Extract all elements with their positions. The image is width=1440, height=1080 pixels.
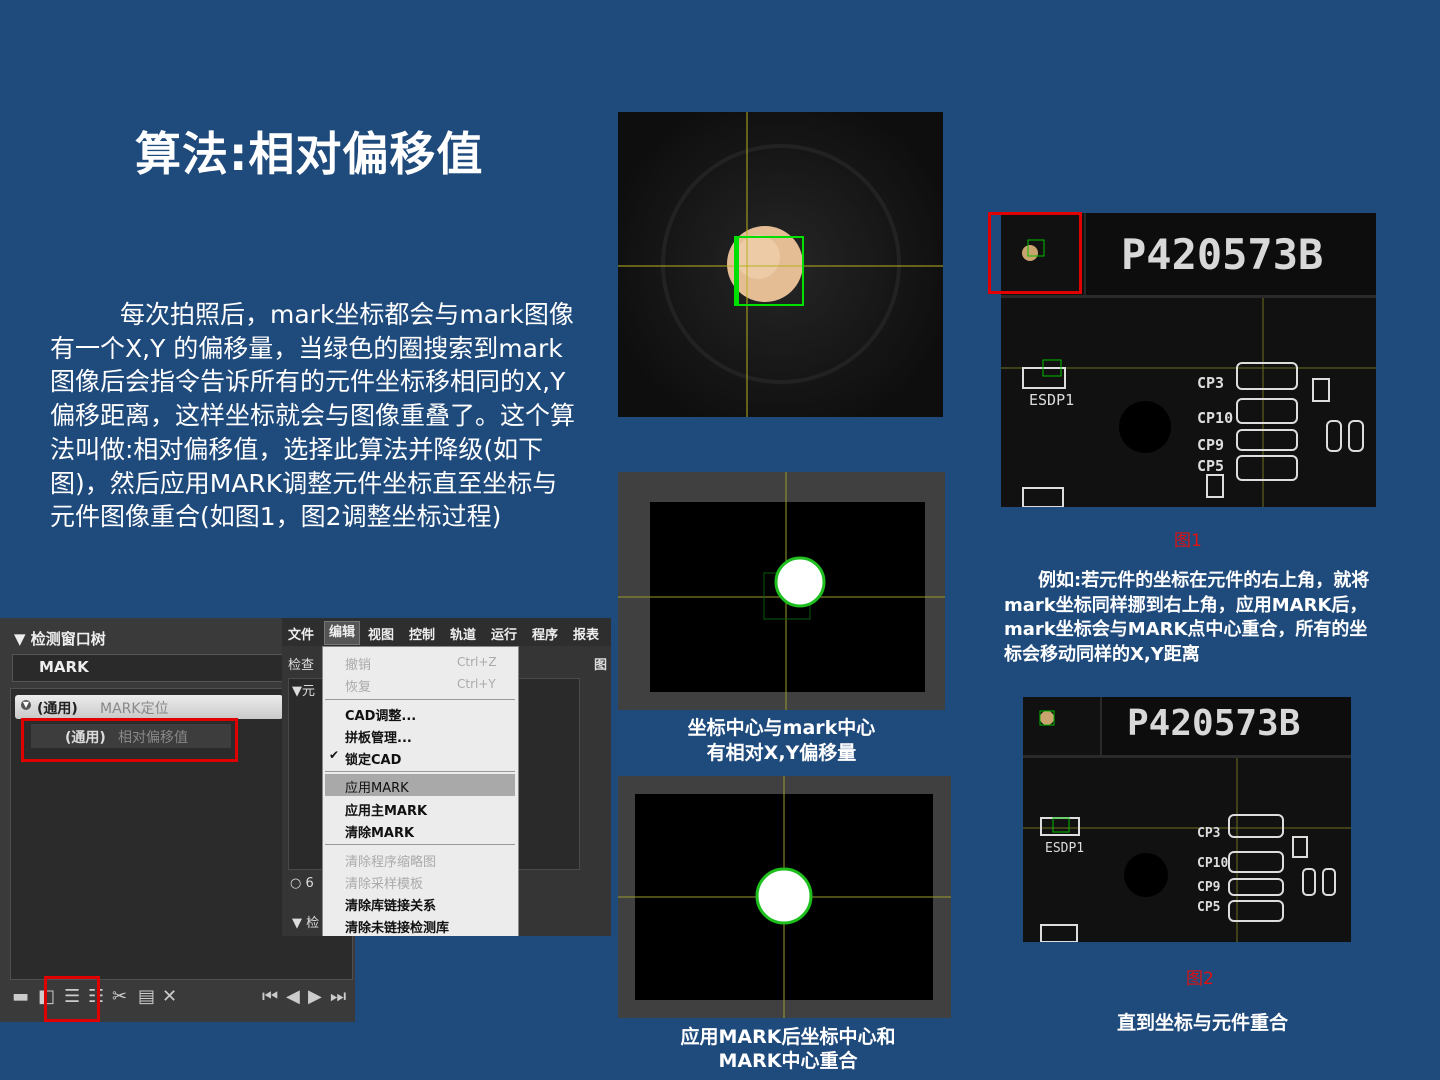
menu-item-clear-mark[interactable]: 清除MARK	[345, 822, 414, 841]
tree-row-mark-locate[interactable]: ▼ (通用) MARK定位	[15, 695, 283, 719]
pcb1-label: CP5	[1197, 457, 1224, 475]
menu-report[interactable]: 报表	[573, 624, 599, 643]
tree-header[interactable]: ▼ 检测窗口树	[14, 628, 106, 649]
menu-item-redo[interactable]: 恢复	[345, 676, 371, 695]
pcb2-svg: P420573B ESDP1 CP3 CP10 CP9 CP5	[1023, 697, 1351, 942]
mark-closeup-image	[618, 112, 943, 417]
mark-closeup-svg	[618, 112, 943, 417]
highlight-box-mark	[988, 212, 1082, 294]
pcb2-label: CP10	[1197, 856, 1228, 871]
slide-title: 算法:相对偏移值	[135, 127, 484, 181]
bg-label: 检查	[288, 658, 315, 673]
bg-label: ▼ 检	[292, 916, 320, 931]
menu-item-apply-main-mark[interactable]: 应用主MARK	[345, 800, 427, 819]
fig2-label: 图2	[1186, 969, 1214, 989]
pcb2-label: CP3	[1197, 826, 1220, 841]
menu-item-clear-lib-link[interactable]: 清除库链接关系	[345, 895, 436, 914]
bg-label: ○ 6	[290, 876, 314, 891]
caption-until: 直到坐标与元件重合	[1116, 1012, 1288, 1034]
highlight-box-relative-offset	[21, 718, 238, 762]
pcb1-label: CP3	[1197, 374, 1224, 392]
menu-item-clear-sample[interactable]: 清除采样模板	[345, 873, 423, 892]
prev-icon[interactable]: ◀	[286, 986, 300, 1007]
menu-view[interactable]: 视图	[368, 624, 394, 643]
next-icon[interactable]: ▶	[308, 986, 322, 1007]
offset-diagram	[618, 472, 945, 710]
after-apply-svg	[618, 776, 951, 1018]
menu-item-apply-mark[interactable]: 应用MARK	[345, 777, 409, 796]
pcb2-part-no: P420573B	[1127, 703, 1300, 744]
shortcut-undo: Ctrl+Z	[457, 655, 497, 669]
expand-icon[interactable]: ▼	[21, 700, 31, 710]
menu-track[interactable]: 轨道	[450, 624, 476, 643]
caption-after-line1: 应用MARK后坐标中心和	[680, 1026, 896, 1048]
menu-item-clear-thumb[interactable]: 清除程序缩略图	[345, 851, 436, 870]
menu-item-cad-adjust[interactable]: CAD调整...	[345, 705, 416, 724]
menu-control[interactable]: 控制	[409, 624, 435, 643]
row-name: MARK定位	[100, 701, 169, 717]
offset-svg	[618, 472, 945, 710]
fig1-label: 图1	[1174, 531, 1202, 551]
menu-program[interactable]: 程序	[532, 624, 558, 643]
mark-label: MARK	[39, 658, 89, 676]
paste-icon[interactable]: ▤	[138, 986, 155, 1007]
highlight-box-demote	[44, 976, 100, 1022]
edit-menu-panel: 文件 编辑 视图 控制 轨道 运行 程序 报表 检查 ▼元 ○ 6 ▼ 检 图 …	[282, 618, 611, 936]
delete-icon[interactable]: ✕	[162, 986, 177, 1007]
pcb1-part-no: P420573B	[1121, 230, 1323, 279]
row-tag: (通用)	[37, 701, 78, 717]
menu-file[interactable]: 文件	[288, 624, 314, 643]
background-labels: 检查 ▼元 ○ 6 ▼ 检	[282, 646, 322, 936]
pcb2-label: CP5	[1197, 900, 1220, 915]
caption-offset: 坐标中心与mark中心 有相对X,Y偏移量	[618, 716, 945, 766]
menu-separator	[325, 699, 515, 700]
bg-right-label: 图	[594, 658, 608, 673]
caption-offset-line2: 有相对X,Y偏移量	[706, 742, 857, 764]
pcb1-label-esdp1: ESDP1	[1029, 391, 1074, 409]
menu-item-clear-unlinked[interactable]: 清除未链接检测库	[345, 917, 449, 936]
menu-item-undo[interactable]: 撤销	[345, 654, 371, 673]
example-paragraph: 例如:若元件的坐标在元件的右上角，就将mark坐标同样挪到右上角，应用MARK后…	[1004, 570, 1370, 665]
menu-item-lock-cad[interactable]: 锁定CAD	[345, 749, 401, 768]
pcb2-label: CP9	[1197, 880, 1220, 895]
caption-after-line2: MARK中心重合	[718, 1050, 858, 1072]
caption-after-apply: 应用MARK后坐标中心和 MARK中心重合	[618, 1025, 958, 1073]
view-icon[interactable]: ▬	[12, 986, 29, 1007]
caption-offset-line1: 坐标中心与mark中心	[687, 717, 876, 739]
first-icon[interactable]: ⏮	[262, 986, 278, 1007]
bg-label: ▼元	[292, 684, 315, 699]
menu-bar: 文件 编辑 视图 控制 轨道 运行 程序 报表	[282, 618, 611, 646]
check-icon: ✔	[329, 748, 340, 762]
pcb1-label: CP9	[1197, 436, 1224, 454]
menu-item-panel-mgmt[interactable]: 拼板管理...	[345, 727, 412, 746]
menu-separator	[325, 771, 515, 772]
after-apply-diagram	[618, 776, 951, 1018]
body-paragraph: 每次拍照后，mark坐标都会与mark图像有一个X,Y 的偏移量，当绿色的圈搜索…	[50, 300, 576, 532]
pcb2-label-esdp1: ESDP1	[1045, 841, 1084, 856]
menu-separator	[325, 844, 515, 845]
last-icon[interactable]: ⏭	[330, 986, 346, 1007]
cut-icon[interactable]: ✂	[112, 986, 127, 1007]
menu-run[interactable]: 运行	[491, 624, 517, 643]
menu-edit[interactable]: 编辑	[324, 621, 361, 645]
edit-dropdown: 撤销 Ctrl+Z 恢复 Ctrl+Y CAD调整... 拼板管理... ✔ 锁…	[322, 646, 519, 936]
shortcut-redo: Ctrl+Y	[457, 677, 496, 691]
pcb1-label: CP10	[1197, 409, 1233, 427]
pcb-figure-2: P420573B ESDP1 CP3 CP10 CP9 CP5	[1023, 697, 1351, 942]
